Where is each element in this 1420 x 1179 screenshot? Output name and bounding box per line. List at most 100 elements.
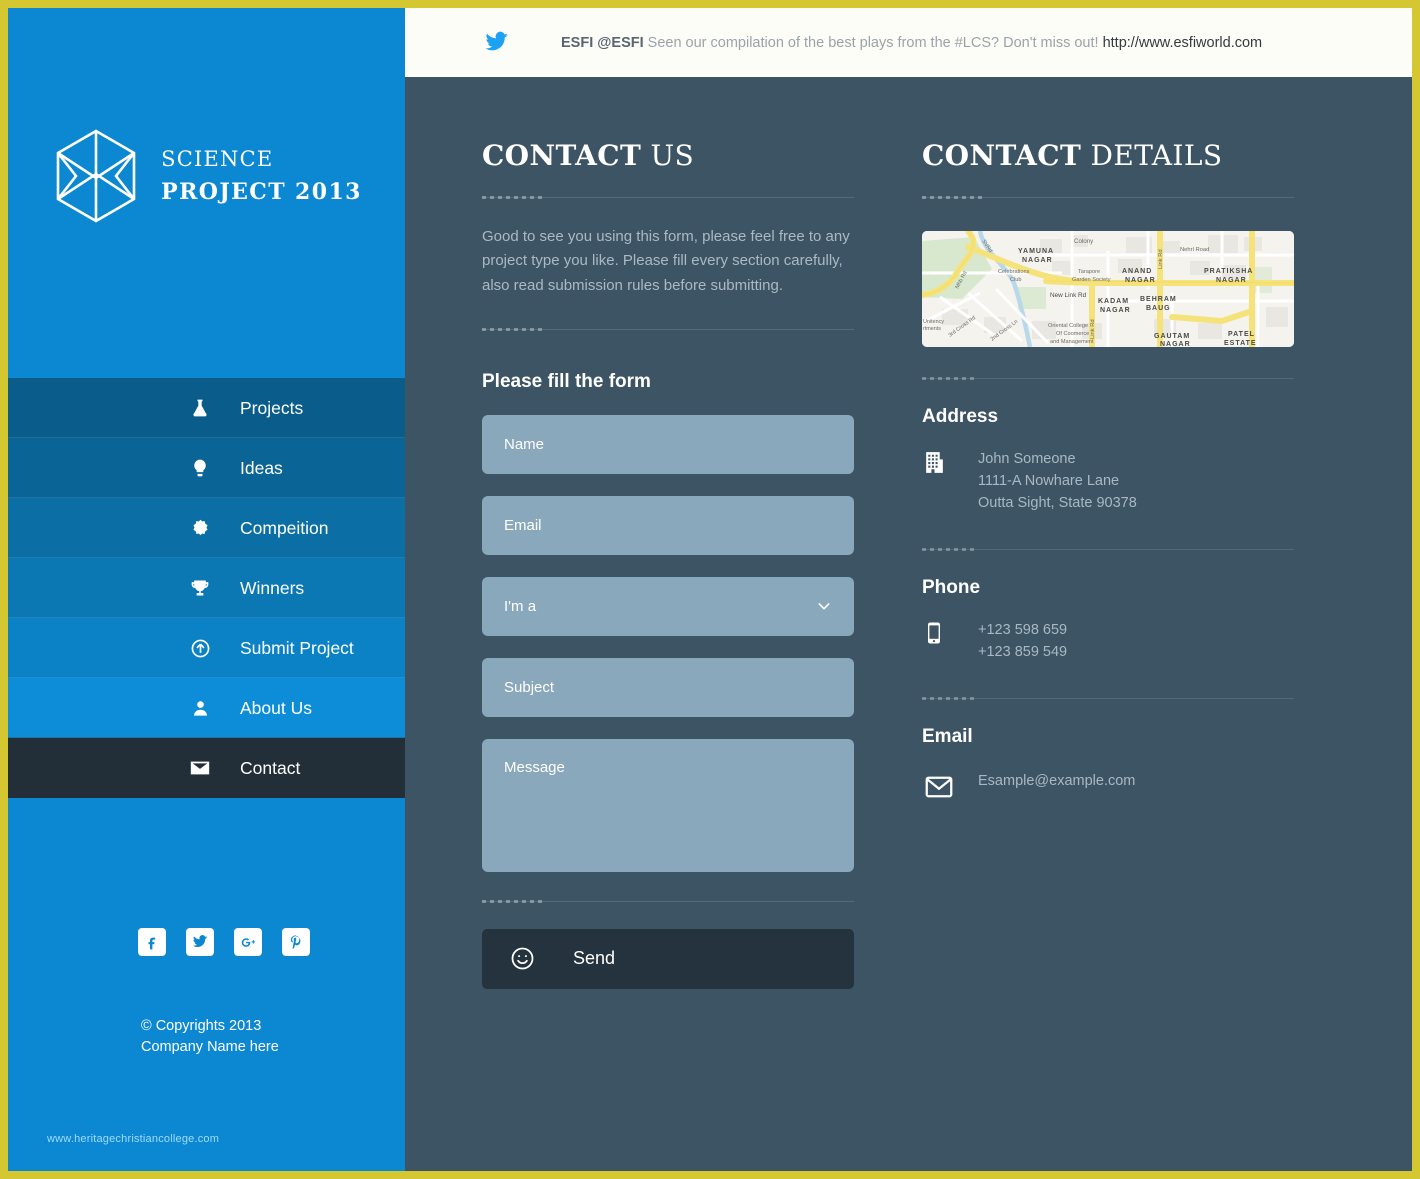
svg-text:BEHRAM: BEHRAM	[1140, 296, 1177, 303]
message-field-placeholder: Message	[504, 758, 565, 776]
sidebar: SCIENCE PROJECT 2013 Projects Ideas Comp…	[8, 8, 405, 1171]
email-field-placeholder: Email	[504, 516, 542, 534]
send-section: Send	[482, 899, 854, 989]
envelope-icon	[186, 754, 214, 782]
phone-divider	[922, 548, 1294, 552]
sidebar-item-winners[interactable]: Winners	[8, 558, 405, 618]
svg-text:Of Coomerce: Of Coomerce	[1056, 331, 1089, 337]
phone-heading: Phone	[922, 577, 981, 599]
svg-text:ESTATE: ESTATE	[1224, 340, 1257, 347]
hexagon-wireframe-logo	[56, 129, 136, 223]
address-divider	[922, 377, 1294, 380]
message-field[interactable]: Message	[482, 738, 854, 872]
email-value[interactable]: Esample@example.com	[966, 770, 1135, 792]
svg-text:ANAND: ANAND	[1122, 268, 1152, 275]
svg-text:Club: Club	[1010, 277, 1022, 283]
twitter-link[interactable]: http://www.esfiworld.com	[1103, 35, 1263, 51]
sidebar-item-label: Compeition	[240, 517, 329, 538]
twitter-handle[interactable]: ESFI @ESFI	[561, 35, 644, 51]
contact-details-title-bold: CONTACT	[922, 139, 1082, 172]
svg-text:NAGAR: NAGAR	[1125, 277, 1156, 284]
svg-text:and Management: and Management	[1050, 339, 1094, 345]
svg-text:rtments: rtments	[923, 326, 941, 332]
svg-text:NAGAR: NAGAR	[1022, 257, 1053, 264]
main-content: CONTACT US Good to see you using this fo…	[405, 77, 1412, 1171]
facebook-icon[interactable]	[138, 928, 166, 956]
page-title-contact-details: CONTACT DETAILS	[922, 139, 1294, 172]
sidebar-item-ideas[interactable]: Ideas	[8, 438, 405, 498]
building-icon	[922, 448, 966, 475]
copyright-line-2: Company Name here	[141, 1038, 279, 1055]
svg-text:PRATIKSHA: PRATIKSHA	[1204, 268, 1253, 275]
contact-details-column: CONTACT DETAILS YAMUNA NAGAR Colony Cele…	[922, 77, 1294, 802]
copyright-line-1: © Copyrights 2013	[141, 1018, 262, 1034]
address-heading: Address	[922, 406, 999, 427]
svg-text:Garden Society: Garden Society	[1072, 277, 1111, 283]
svg-text:NAGAR: NAGAR	[1216, 277, 1247, 284]
phone-block: Phone +123 598 659 +123 859 549	[922, 548, 1294, 663]
send-button[interactable]: Send	[482, 928, 854, 989]
chevron-down-icon	[816, 598, 832, 614]
copyright: © Copyrights 2013 Company Name here	[141, 1016, 279, 1057]
flask-icon	[186, 394, 214, 422]
subject-field[interactable]: Subject	[482, 657, 854, 717]
brand-logo[interactable]: SCIENCE PROJECT 2013	[8, 126, 405, 226]
sidebar-item-label: About Us	[240, 697, 312, 718]
phone-row: +123 598 659 +123 859 549	[922, 619, 1294, 663]
twitter-icon	[483, 30, 509, 56]
svg-text:New Link Rd: New Link Rd	[1050, 292, 1087, 299]
email-heading: Email	[922, 726, 973, 748]
twitter-feed-bar: ESFI @ESFI Seen our compilation of the b…	[405, 8, 1412, 77]
send-divider	[482, 899, 854, 903]
svg-text:KADAM: KADAM	[1098, 298, 1129, 305]
envelope-icon	[922, 770, 966, 802]
watermark: www.heritagechristiancollege.com	[47, 1133, 220, 1145]
twitter-body: Seen our compilation of the best plays f…	[647, 34, 1099, 51]
page-frame: SCIENCE PROJECT 2013 Projects Ideas Comp…	[8, 8, 1412, 1171]
contact-details-title-light: DETAILS	[1081, 139, 1223, 172]
svg-text:BAUG: BAUG	[1146, 305, 1171, 312]
twitter-icon[interactable]	[186, 928, 214, 956]
svg-text:YAMUNA: YAMUNA	[1018, 248, 1054, 255]
smiley-icon	[510, 946, 535, 971]
svg-text:Oriental College: Oriental College	[1048, 323, 1088, 329]
sidebar-item-label: Projects	[240, 397, 304, 418]
svg-text:NAGAR: NAGAR	[1100, 307, 1131, 314]
svg-text:PATEL: PATEL	[1228, 331, 1255, 338]
brand-line-1: SCIENCE	[161, 146, 274, 171]
sidebar-item-label: Submit Project	[240, 637, 354, 658]
name-field-placeholder: Name	[504, 435, 545, 453]
location-map[interactable]: YAMUNA NAGAR Colony Celebrations Club Ta…	[922, 231, 1294, 347]
svg-text:Colony: Colony	[1074, 238, 1094, 245]
email-row: Esample@example.com	[922, 770, 1294, 802]
email-block: Email Esample@example.com	[922, 697, 1294, 802]
twitter-message: ESFI @ESFI Seen our compilation of the b…	[561, 35, 1262, 51]
address-value: John Someone 1111-A Nowhare Lane Outta S…	[966, 448, 1137, 514]
sidebar-item-contact[interactable]: Contact	[8, 737, 405, 798]
phone-line-2[interactable]: +123 859 549	[978, 641, 1067, 663]
name-field[interactable]: Name	[482, 414, 854, 474]
send-button-label: Send	[573, 948, 616, 969]
pinterest-icon[interactable]	[282, 928, 310, 956]
phone-value: +123 598 659 +123 859 549	[966, 619, 1067, 663]
role-select[interactable]: I'm a	[482, 576, 854, 636]
contact-intro-text: Good to see you using this form, please …	[482, 228, 850, 294]
email-divider	[922, 697, 1294, 701]
sidebar-item-about-us[interactable]: About Us	[8, 678, 405, 738]
svg-text:Unitency: Unitency	[923, 319, 944, 325]
address-line-2: 1111-A Nowhare Lane	[978, 473, 1120, 490]
sidebar-item-submit-project[interactable]: Submit Project	[8, 618, 405, 678]
address-block: Address John Someone 1111-A Nowhare Lane…	[922, 377, 1294, 514]
email-line-1[interactable]: Esample@example.com	[978, 770, 1135, 792]
googleplus-icon[interactable]	[234, 928, 262, 956]
address-row: John Someone 1111-A Nowhare Lane Outta S…	[922, 448, 1294, 514]
sidebar-item-projects[interactable]: Projects	[8, 378, 405, 438]
phone-line-1[interactable]: +123 598 659	[978, 619, 1067, 641]
social-links	[138, 928, 310, 956]
sidebar-item-compeition[interactable]: Compeition	[8, 498, 405, 558]
address-line-1: John Someone	[978, 451, 1076, 467]
page-title-contact-us: CONTACT US	[482, 139, 854, 172]
intro-divider	[482, 327, 854, 331]
email-field[interactable]: Email	[482, 495, 854, 555]
brand-line-2: PROJECT 2013	[161, 179, 362, 206]
